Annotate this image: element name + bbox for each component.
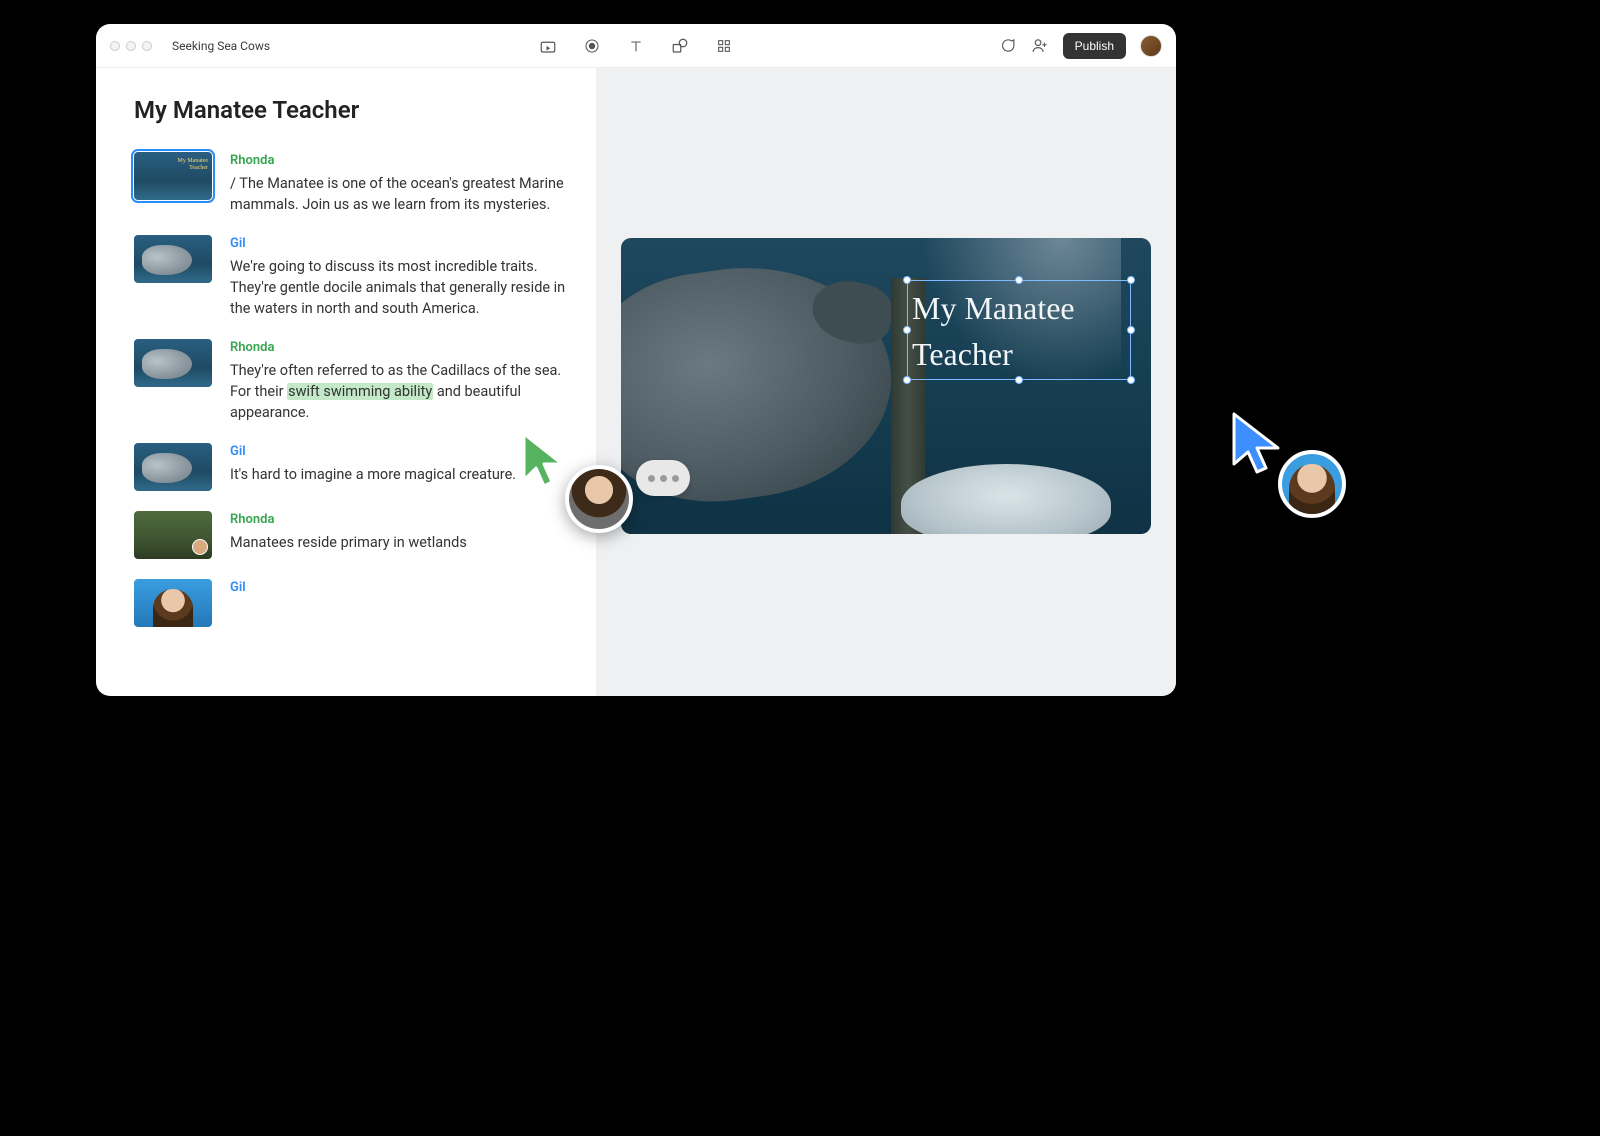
resize-handle[interactable] xyxy=(1127,326,1135,334)
title-text-box[interactable]: My Manatee Teacher xyxy=(907,280,1131,380)
minimize-window-icon[interactable] xyxy=(126,41,136,51)
collaborator-avatar-rhonda xyxy=(565,465,633,533)
collaborator-avatar-gil xyxy=(1278,450,1346,518)
header-bar: Seeking Sea Cows xyxy=(96,24,1176,68)
project-title[interactable]: Seeking Sea Cows xyxy=(172,39,270,53)
transcript-segment: Gil It's hard to imagine a more magical … xyxy=(134,443,568,491)
body: My Manatee Teacher My ManateeTeacher Rho… xyxy=(96,68,1176,696)
segment-text[interactable]: Gil xyxy=(230,579,568,600)
segment-thumbnail[interactable] xyxy=(134,443,212,491)
highlight-text[interactable]: swift swimming ability xyxy=(287,383,433,400)
transcript-line: We're going to discuss its most incredib… xyxy=(230,258,565,317)
speaker-label: Gil xyxy=(230,235,568,254)
canvas-pane: My Manatee Teacher xyxy=(596,68,1176,696)
segment-thumbnail[interactable]: My ManateeTeacher xyxy=(134,152,212,200)
resize-handle[interactable] xyxy=(903,276,911,284)
thumb-overlay-text: My ManateeTeacher xyxy=(178,158,209,171)
media-icon[interactable] xyxy=(539,37,557,55)
speaker-label: Gil xyxy=(230,579,568,598)
speaker-label: Rhonda xyxy=(230,511,568,530)
segment-thumbnail[interactable] xyxy=(134,511,212,559)
canvas-title-line: My Manatee xyxy=(912,290,1075,326)
transcript-segment: Rhonda Manatees reside primary in wetlan… xyxy=(134,511,568,559)
transcript-line: It's hard to imagine a more magical crea… xyxy=(230,466,516,483)
speaker-label: Rhonda xyxy=(230,339,568,358)
add-user-icon[interactable] xyxy=(1031,37,1049,55)
window-controls xyxy=(110,41,152,51)
segment-thumbnail[interactable] xyxy=(134,235,212,283)
resize-handle[interactable] xyxy=(1015,276,1023,284)
canvas-title-text[interactable]: My Manatee Teacher xyxy=(912,285,1126,378)
maximize-window-icon[interactable] xyxy=(142,41,152,51)
page-title: My Manatee Teacher xyxy=(134,96,568,124)
resize-handle[interactable] xyxy=(1127,276,1135,284)
transcript-pane: My Manatee Teacher My ManateeTeacher Rho… xyxy=(96,68,596,696)
shapes-icon[interactable] xyxy=(671,37,689,55)
transcript-segment: Gil xyxy=(134,579,568,627)
segment-text[interactable]: Gil We're going to discuss its most incr… xyxy=(230,235,568,319)
transcript-segment: My ManateeTeacher Rhonda / The Manatee i… xyxy=(134,152,568,215)
resize-handle[interactable] xyxy=(1127,376,1135,384)
toolbar-right: Publish xyxy=(999,33,1162,59)
app-window: Seeking Sea Cows xyxy=(96,24,1176,696)
transcript-line: / The Manatee is one of the ocean's grea… xyxy=(230,175,564,213)
user-avatar[interactable] xyxy=(1140,35,1162,57)
video-canvas[interactable]: My Manatee Teacher xyxy=(621,238,1151,534)
resize-handle[interactable] xyxy=(1015,376,1023,384)
transcript-line: Manatees reside primary in wetlands xyxy=(230,534,467,551)
segment-text[interactable]: Gil It's hard to imagine a more magical … xyxy=(230,443,568,485)
typing-indicator-icon xyxy=(636,460,690,496)
segment-thumbnail[interactable] xyxy=(134,339,212,387)
transcript-segment: Gil We're going to discuss its most incr… xyxy=(134,235,568,319)
toolbar-center xyxy=(539,37,733,55)
canvas-title-line: Teacher xyxy=(912,336,1013,372)
resize-handle[interactable] xyxy=(903,376,911,384)
canvas-manatee-decoration xyxy=(901,464,1111,534)
close-window-icon[interactable] xyxy=(110,41,120,51)
speaker-label: Rhonda xyxy=(230,152,568,171)
segment-text[interactable]: Rhonda Manatees reside primary in wetlan… xyxy=(230,511,568,553)
segment-text[interactable]: Rhonda They're often referred to as the … xyxy=(230,339,568,423)
publish-button[interactable]: Publish xyxy=(1063,33,1126,59)
segment-text[interactable]: Rhonda / The Manatee is one of the ocean… xyxy=(230,152,568,215)
grid-icon[interactable] xyxy=(715,37,733,55)
segment-thumbnail[interactable] xyxy=(134,579,212,627)
comment-icon[interactable] xyxy=(999,37,1017,55)
text-icon[interactable] xyxy=(627,37,645,55)
transcript-segment: Rhonda They're often referred to as the … xyxy=(134,339,568,423)
resize-handle[interactable] xyxy=(903,326,911,334)
speaker-label: Gil xyxy=(230,443,568,462)
record-icon[interactable] xyxy=(583,37,601,55)
